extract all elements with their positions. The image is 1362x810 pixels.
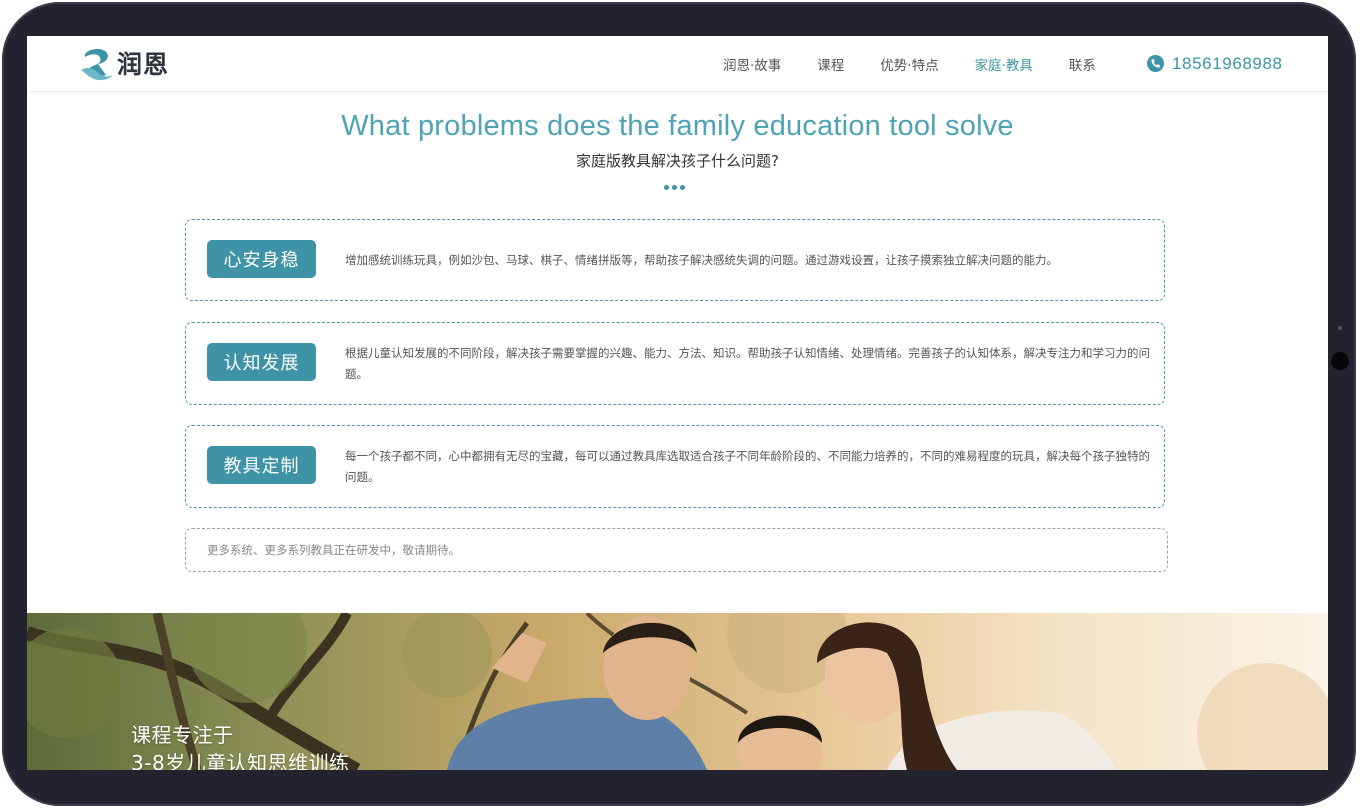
nav-item-contact[interactable]: 联系 — [1069, 54, 1096, 74]
nav-item-advantages[interactable]: 优势·特点 — [880, 54, 938, 74]
feature-card-custom: 教具定制 每一个孩子都不同，心中都拥有无尽的宝藏，每可以通过教具库选取适合孩子不… — [185, 425, 1165, 508]
nav-item-courses[interactable]: 课程 — [817, 54, 844, 74]
coming-soon-note: 更多系统、更多系列教具正在研发中，敬请期待。 — [185, 528, 1168, 572]
device-frame: 润恩 润恩·故事 课程 优势·特点 家庭·教具 联系 18561968988 W… — [0, 0, 1362, 810]
hero-heading-line2: 3-8岁儿童认知思维训练 — [131, 751, 350, 770]
section-title-en: What problems does the family education … — [341, 110, 1014, 142]
card-description: 根据儿童认知发展的不同阶段，解决孩子需要掌握的兴趣、能力、方法、知识。帮助孩子认… — [345, 345, 1150, 381]
card-description: 增加感统训练玩具，例如沙包、马球、棋子、情绪拼版等，帮助孩子解决感统失调的问题。… — [345, 252, 1058, 267]
divider-dot — [672, 185, 677, 190]
card-label: 认知发展 — [207, 343, 316, 381]
feature-card-cognition: 认知发展 根据儿童认知发展的不同阶段，解决孩子需要掌握的兴趣、能力、方法、知识。… — [185, 322, 1165, 405]
feature-card-balance: 心安身稳 增加感统训练玩具，例如沙包、马球、棋子、情绪拼版等，帮助孩子解决感统失… — [185, 219, 1165, 301]
logo[interactable]: 润恩 — [79, 44, 169, 82]
home-button[interactable] — [1331, 352, 1349, 370]
hero-banner: 课程专注于 3-8岁儿童认知思维训练 — [27, 613, 1328, 770]
divider-dot — [664, 185, 669, 190]
divider-dot — [680, 185, 685, 190]
nav-item-story[interactable]: 润恩·故事 — [723, 54, 781, 74]
hero-heading-line1: 课程专注于 — [131, 723, 234, 747]
card-label: 教具定制 — [207, 446, 316, 484]
logo-text: 润恩 — [117, 50, 170, 79]
section-title-cn: 家庭版教具解决孩子什么问题? — [576, 152, 779, 170]
card-label: 心安身稳 — [207, 240, 316, 278]
phone-icon — [1147, 55, 1164, 72]
main-nav: 润恩·故事 课程 优势·特点 家庭·教具 联系 — [723, 36, 1132, 91]
site-header: 润恩 润恩·故事 课程 优势·特点 家庭·教具 联系 18561968988 — [27, 36, 1328, 92]
camera-sensor — [1338, 326, 1342, 330]
title-divider-dots — [664, 185, 688, 190]
phone-contact[interactable]: 18561968988 — [1147, 36, 1283, 91]
logo-icon — [81, 48, 113, 81]
phone-number: 18561968988 — [1172, 53, 1283, 73]
card-description: 每一个孩子都不同，心中都拥有无尽的宝藏，每可以通过教具库选取适合孩子不同年龄阶段… — [345, 448, 1150, 484]
nav-item-family-tools[interactable]: 家庭·教具 — [975, 54, 1033, 74]
screen: 润恩 润恩·故事 课程 优势·特点 家庭·教具 联系 18561968988 W… — [27, 36, 1328, 770]
